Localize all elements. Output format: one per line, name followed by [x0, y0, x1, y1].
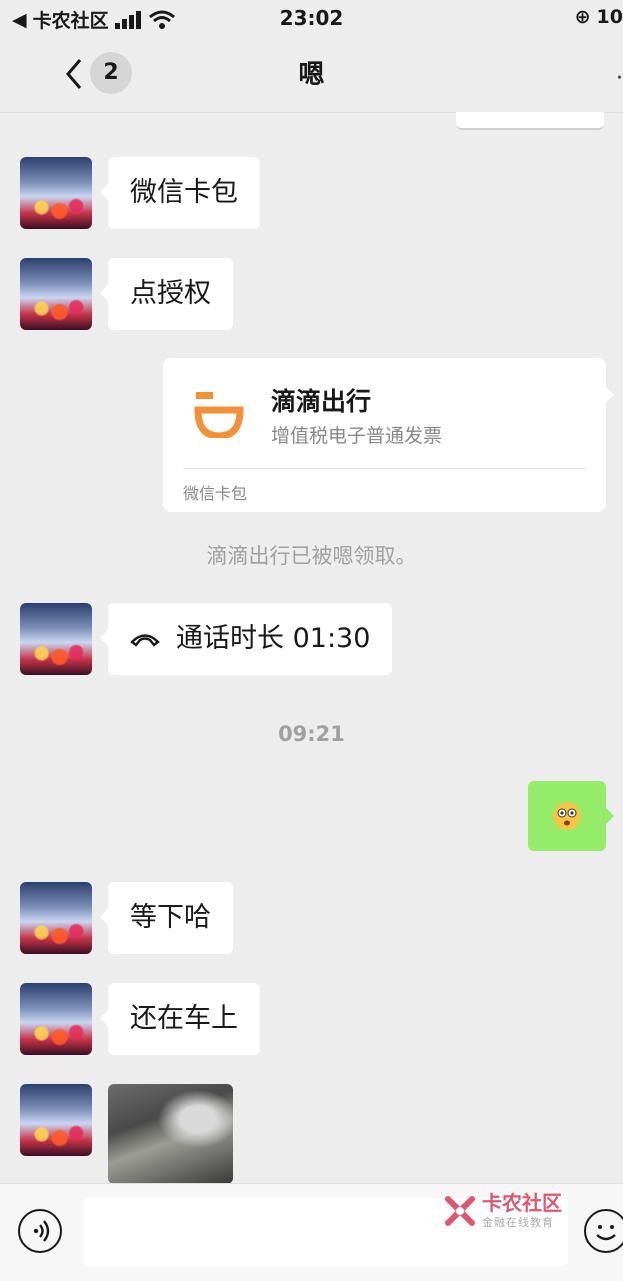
card-divider [183, 468, 586, 469]
status-time: 23:02 [279, 6, 344, 30]
watermark: 卡农社区 金融在线教育 [444, 1192, 562, 1230]
image-message[interactable] [108, 1084, 233, 1184]
watermark-title: 卡农社区 [482, 1191, 562, 1215]
avatar[interactable] [20, 983, 92, 1055]
message-bubble[interactable]: 等下哈 [100, 882, 233, 954]
system-note: 滴滴出行已被嗯领取。 [206, 544, 417, 568]
call-record-bubble[interactable]: 通话时长 01:30 [99, 603, 393, 675]
phone-hangup-icon [130, 634, 160, 647]
watermark-logo-icon [445, 1196, 475, 1226]
orientation-lock-icon: ⊕ [574, 6, 591, 28]
watermark-subtitle: 金融在线教育 [482, 1216, 554, 1229]
avatar[interactable] [20, 603, 92, 675]
avatar[interactable] [20, 258, 92, 330]
previous-message-bubble[interactable] [456, 112, 604, 130]
message-bubble[interactable]: 点授权 [100, 258, 233, 330]
call-duration-label: 通话时长 01:30 [176, 623, 371, 654]
timestamp: 09:21 [278, 722, 345, 746]
chat-title: 嗯 [298, 60, 325, 90]
emoji-button[interactable] [584, 1209, 623, 1253]
more-icon[interactable]: · [616, 66, 623, 91]
card-subtitle: 增值税电子普通发票 [271, 425, 443, 447]
status-right: ⊕ 10 [575, 6, 623, 28]
avatar[interactable] [20, 1084, 92, 1156]
card-footer: 微信卡包 [183, 484, 248, 503]
voice-input-button[interactable] [18, 1209, 62, 1253]
avatar[interactable] [20, 882, 92, 954]
self-message-bubble[interactable] [528, 781, 614, 851]
didi-logo-icon [194, 392, 244, 438]
smiley-icon [596, 1225, 616, 1241]
battery-label: 10 [596, 6, 623, 28]
chat-header: 2 嗯 · [0, 36, 623, 113]
card-title: 滴滴出行 [271, 387, 372, 416]
coupon-card-message[interactable]: 滴滴出行 增值税电子普通发票 微信卡包 [163, 358, 614, 512]
message-bubble[interactable]: 还在车上 [100, 983, 260, 1055]
status-bar: ◀ 卡农社区 23:02 ⊕ 10 [0, 0, 623, 36]
message-bubble[interactable]: 微信卡包 [100, 157, 260, 229]
avatar[interactable] [20, 157, 92, 229]
surprised-emoji-icon [553, 802, 581, 830]
voice-icon [33, 1220, 50, 1242]
